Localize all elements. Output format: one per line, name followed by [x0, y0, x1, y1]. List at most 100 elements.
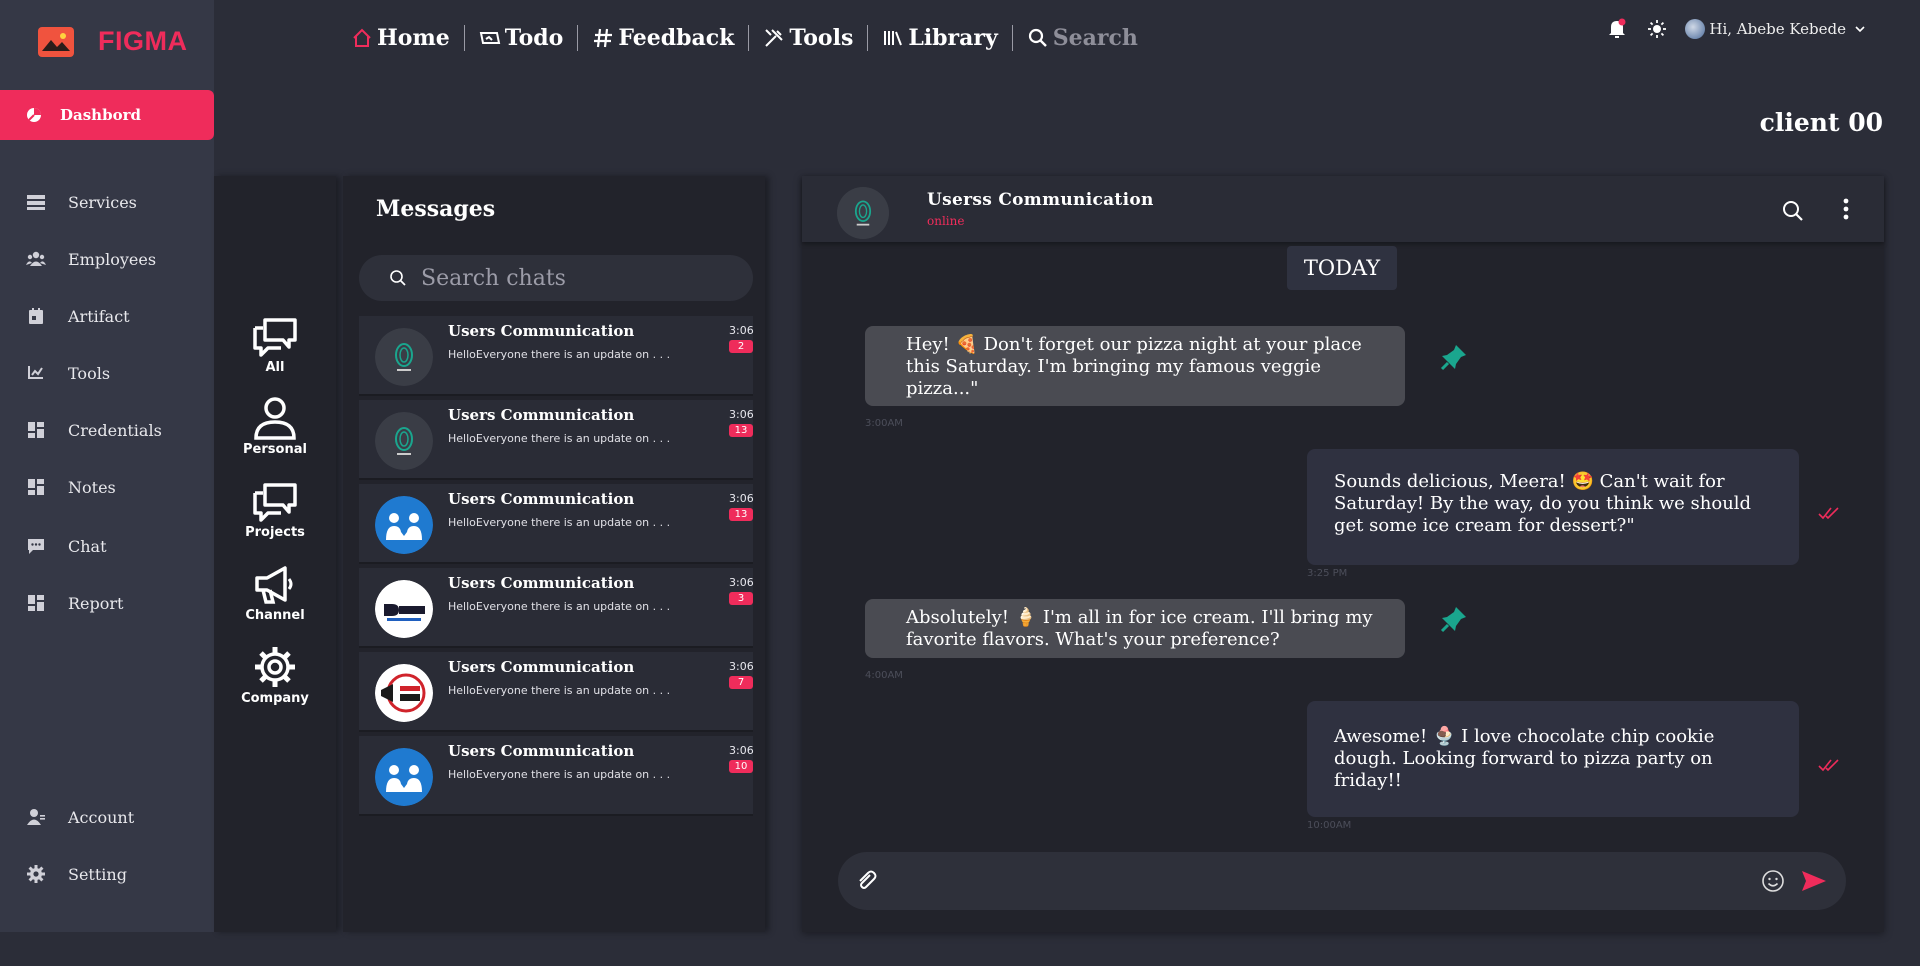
chat-preview: HelloEveryone there is an update on . . … — [448, 768, 671, 781]
chats-icon — [253, 483, 297, 522]
sun-icon[interactable] — [1647, 19, 1667, 39]
chat-preview: HelloEveryone there is an update on . . … — [448, 432, 671, 445]
circle-logo-avatar — [375, 412, 433, 470]
chat-name: Users Communication — [448, 406, 635, 424]
sidebar-item-setting[interactable]: Setting — [26, 862, 127, 886]
page-title: client 00 — [1759, 108, 1883, 137]
search-icon[interactable] — [1782, 200, 1804, 222]
gear-icon — [255, 647, 295, 687]
circle-logo-avatar — [375, 328, 433, 386]
people-logo-avatar — [375, 748, 433, 806]
send-icon[interactable] — [1801, 869, 1827, 893]
message-time: 4:00AM — [865, 670, 903, 681]
chat-preview: HelloEveryone there is an update on . . … — [448, 348, 671, 361]
todo-icon — [479, 32, 500, 44]
chat-window: Userss Communication online TODAY Hey! 🍕… — [802, 176, 1884, 932]
chat-time: 3:06 — [729, 744, 754, 757]
unread-badge: 13 — [729, 508, 753, 521]
chat-list-item[interactable]: Users Communication HelloEveryone there … — [359, 316, 754, 396]
category-projects[interactable]: Projects — [214, 479, 336, 540]
chat-list-item[interactable]: Users Communication HelloEveryone there … — [359, 568, 754, 648]
sidebar-item-dashboard[interactable]: Dashbord — [0, 90, 214, 140]
user-menu[interactable]: Hi, Abebe Kebede — [1685, 19, 1866, 39]
tools-icon — [765, 29, 784, 47]
sidebar-item-account[interactable]: Account — [26, 805, 134, 829]
people-logo-avatar — [375, 496, 433, 554]
sidebar-item-label: Chat — [68, 536, 107, 556]
latest-news-logo-avatar — [375, 664, 433, 722]
day-separator: TODAY — [1287, 246, 1397, 290]
message-time: 10:00AM — [1307, 820, 1352, 831]
pin-icon[interactable] — [1439, 604, 1469, 634]
image-logo-icon — [38, 26, 74, 57]
sidebar-item-label: Artifact — [68, 306, 130, 326]
sidebar-item-label: Dashbord — [60, 106, 141, 124]
sidebar-item-notes[interactable]: Notes — [26, 475, 116, 499]
chat-category-column: All Personal Projects Channel Company — [214, 176, 336, 932]
messages-panel: Messages Search chats Users Communicatio… — [343, 176, 765, 932]
top-right-controls: Hi, Abebe Kebede — [1607, 18, 1866, 40]
employees-icon — [26, 251, 46, 266]
category-channel[interactable]: Channel — [214, 562, 336, 623]
unread-badge: 2 — [729, 340, 753, 353]
category-personal[interactable]: Personal — [214, 396, 336, 457]
chat-list-item[interactable]: Users Communication HelloEveryone there … — [359, 736, 754, 816]
chat-list-item[interactable]: Users Communication HelloEveryone there … — [359, 484, 754, 564]
chat-time: 3:06 — [729, 492, 754, 505]
nav-feedback[interactable]: Feedback — [578, 25, 748, 51]
message-bubble-incoming[interactable]: Absolutely! 🍦 I'm all in for ice cream. … — [865, 599, 1405, 658]
message-bubble-outgoing[interactable]: Awesome! 🍨 I love chocolate chip cookie … — [1307, 701, 1799, 817]
chat-preview: HelloEveryone there is an update on . . … — [448, 600, 671, 613]
circle-logo-avatar[interactable] — [837, 187, 889, 239]
sidebar-item-tools[interactable]: Tools — [26, 361, 110, 385]
megaphone-icon — [255, 566, 293, 604]
sidebar-item-label: Setting — [68, 864, 127, 884]
sidebar-item-artifact[interactable]: Artifact — [26, 304, 130, 328]
messages-title: Messages — [376, 196, 496, 222]
nav-tools[interactable]: Tools — [749, 25, 867, 51]
emoji-icon[interactable] — [1761, 869, 1785, 893]
home-icon — [353, 28, 371, 47]
pin-icon[interactable] — [1439, 342, 1469, 372]
bell-icon[interactable] — [1607, 18, 1627, 40]
sidebar-item-services[interactable]: Services — [26, 190, 137, 214]
message-composer[interactable] — [838, 852, 1846, 910]
message-time: 3:25 PM — [1307, 568, 1348, 579]
nav-library[interactable]: Library — [868, 25, 1011, 51]
chat-list-item[interactable]: Users Communication HelloEveryone there … — [359, 400, 754, 480]
nav-home[interactable]: Home — [337, 25, 464, 51]
search-placeholder: Search chats — [421, 265, 566, 291]
logo[interactable]: FIGMA — [38, 26, 188, 57]
sidebar: FIGMA Dashbord Services Employees Artifa… — [0, 0, 214, 932]
sidebar-item-credentials[interactable]: Credentials — [26, 418, 162, 442]
category-label: Projects — [245, 525, 305, 540]
chat-list-item[interactable]: Users Communication HelloEveryone there … — [359, 652, 754, 732]
sidebar-item-label: Tools — [68, 363, 111, 383]
unread-badge: 3 — [729, 592, 753, 605]
category-all[interactable]: All — [214, 314, 336, 375]
nav-search[interactable]: Search — [1013, 25, 1152, 51]
search-icon — [390, 270, 406, 286]
chat-name: Users Communication — [448, 574, 635, 592]
nav-feedback-label: Feedback — [618, 25, 735, 51]
chevron-down-icon — [1855, 26, 1865, 33]
more-vertical-icon[interactable] — [1842, 198, 1850, 220]
sidebar-item-report[interactable]: Report — [26, 591, 123, 615]
sidebar-item-chat[interactable]: Chat — [26, 534, 107, 558]
category-label: Channel — [245, 608, 305, 623]
chat-time: 3:06 — [729, 576, 754, 589]
artifact-icon — [29, 308, 43, 324]
category-company[interactable]: Company — [214, 645, 336, 706]
double-check-icon — [1818, 507, 1839, 520]
message-bubble-outgoing[interactable]: Sounds delicious, Meera! 🤩 Can't wait fo… — [1307, 449, 1799, 565]
unread-badge: 7 — [729, 676, 753, 689]
message-bubble-incoming[interactable]: Hey! 🍕 Don't forget our pizza night at y… — [865, 326, 1405, 406]
grid-icon — [28, 595, 44, 611]
nav-todo[interactable]: Todo — [465, 25, 578, 51]
sidebar-item-label: Notes — [68, 477, 116, 497]
sidebar-item-employees[interactable]: Employees — [26, 247, 156, 271]
chat-time: 3:06 — [729, 660, 754, 673]
paperclip-icon[interactable] — [856, 870, 878, 892]
double-check-icon — [1818, 759, 1839, 772]
search-chats-input[interactable]: Search chats — [359, 255, 753, 301]
